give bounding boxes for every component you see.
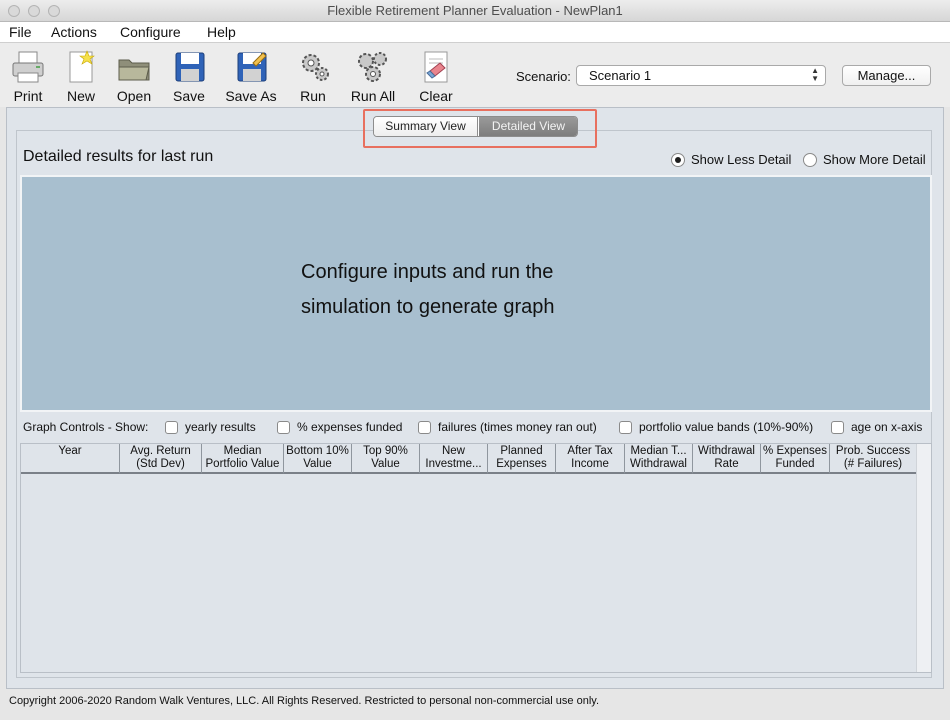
graph-controls-label: Graph Controls - Show: bbox=[23, 420, 149, 434]
open-label: Open bbox=[116, 88, 152, 104]
table-header: Year Avg. Return (Std Dev) Median Portfoli… bbox=[21, 444, 917, 475]
manage-button[interactable]: Manage... bbox=[842, 65, 931, 86]
run-all-label: Run All bbox=[350, 88, 396, 104]
save-as-label: Save As bbox=[225, 88, 277, 104]
column-header-median-withdrawal[interactable]: Median T... Withdrawal bbox=[625, 444, 693, 474]
checkbox-icon bbox=[619, 421, 632, 434]
checkbox-icon bbox=[831, 421, 844, 434]
failures-checkbox[interactable]: failures (times money ran out) bbox=[418, 420, 597, 434]
print-label: Print bbox=[13, 88, 43, 104]
results-title: Detailed results for last run bbox=[23, 148, 214, 165]
run-all-button[interactable]: Run All bbox=[348, 49, 398, 104]
column-header-top-90[interactable]: Top 90% Value bbox=[352, 444, 420, 474]
show-less-detail-radio[interactable]: Show Less Detail bbox=[671, 152, 791, 167]
highlight-box bbox=[363, 109, 597, 148]
column-header-prob-success[interactable]: Prob. Success (# Failures) bbox=[830, 444, 917, 474]
yearly-results-checkbox[interactable]: yearly results bbox=[165, 420, 256, 434]
show-more-detail-radio[interactable]: Show More Detail bbox=[803, 152, 926, 167]
open-button[interactable]: Open bbox=[114, 49, 154, 104]
checkbox-icon bbox=[277, 421, 290, 434]
new-button[interactable]: New bbox=[64, 49, 98, 104]
menu-configure[interactable]: Configure bbox=[120, 24, 181, 40]
menu-bar: File Actions Configure Help bbox=[0, 22, 950, 43]
expenses-funded-label: % expenses funded bbox=[297, 420, 403, 434]
clear-label: Clear bbox=[419, 88, 453, 104]
checkbox-icon bbox=[165, 421, 178, 434]
menu-actions[interactable]: Actions bbox=[51, 24, 97, 40]
save-as-icon bbox=[233, 49, 269, 85]
yearly-results-label: yearly results bbox=[185, 420, 256, 434]
failures-label: failures (times money ran out) bbox=[438, 420, 597, 434]
column-header-bottom-10[interactable]: Bottom 10% Value bbox=[284, 444, 352, 474]
graph-controls: Graph Controls - Show: yearly results % … bbox=[23, 420, 933, 438]
portfolio-bands-checkbox[interactable]: portfolio value bands (10%-90%) bbox=[619, 420, 813, 434]
print-button[interactable]: Print bbox=[10, 49, 46, 104]
menu-help[interactable]: Help bbox=[207, 24, 236, 40]
column-header-median-portfolio[interactable]: Median Portfolio Value bbox=[202, 444, 284, 474]
column-header-year[interactable]: Year bbox=[21, 444, 120, 474]
show-less-detail-label: Show Less Detail bbox=[691, 152, 792, 167]
expenses-funded-checkbox[interactable]: % expenses funded bbox=[277, 420, 402, 434]
title-bar: Flexible Retirement Planner Evaluation -… bbox=[0, 0, 950, 22]
run-button[interactable]: Run bbox=[297, 49, 329, 104]
column-header-new-investments[interactable]: New Investme... bbox=[420, 444, 488, 474]
gear-icon bbox=[297, 49, 333, 85]
age-x-axis-checkbox[interactable]: age on x-axis bbox=[831, 420, 922, 434]
scenario-value: Scenario 1 bbox=[589, 68, 652, 83]
save-label: Save bbox=[173, 88, 205, 104]
checkbox-icon bbox=[418, 421, 431, 434]
new-label: New bbox=[66, 88, 95, 104]
clear-icon bbox=[418, 49, 454, 85]
column-header-withdrawal-rate[interactable]: Withdrawal Rate bbox=[693, 444, 761, 474]
menu-file[interactable]: File bbox=[9, 24, 32, 40]
clear-button[interactable]: Clear bbox=[416, 49, 456, 104]
graph-message-line1: Configure inputs and run the bbox=[301, 261, 554, 283]
column-header-planned-expenses[interactable]: Planned Expenses bbox=[488, 444, 556, 474]
floppy-disk-icon bbox=[171, 49, 207, 85]
graph-message-line2: simulation to generate graph bbox=[301, 296, 555, 318]
save-as-button[interactable]: Save As bbox=[224, 49, 278, 104]
window-title: Flexible Retirement Planner Evaluation -… bbox=[327, 3, 623, 18]
scenario-label: Scenario: bbox=[516, 69, 571, 84]
portfolio-bands-label: portfolio value bands (10%-90%) bbox=[639, 420, 814, 434]
column-header-after-tax-income[interactable]: After Tax Income bbox=[556, 444, 625, 474]
save-button[interactable]: Save bbox=[171, 49, 207, 104]
new-document-icon bbox=[64, 49, 100, 85]
radio-selected-icon bbox=[671, 153, 685, 167]
gears-icon bbox=[355, 49, 391, 85]
age-x-axis-label: age on x-axis bbox=[851, 420, 923, 434]
run-label: Run bbox=[300, 88, 326, 104]
toolbar: Print New Open Save Save As Run Run All … bbox=[0, 43, 950, 107]
select-arrows-icon: ▲ ▼ bbox=[811, 66, 819, 83]
radio-unselected-icon bbox=[803, 153, 817, 167]
table-vertical-scrollbar[interactable] bbox=[916, 444, 931, 672]
graph-placeholder-message: Configure inputs and run the simulation … bbox=[301, 255, 601, 325]
results-table: Year Avg. Return (Std Dev) Median Portfoli… bbox=[20, 443, 932, 673]
column-header-expenses-funded[interactable]: % Expenses Funded bbox=[761, 444, 830, 474]
graph-area: Configure inputs and run the simulation … bbox=[20, 175, 932, 412]
printer-icon bbox=[10, 49, 46, 85]
copyright-footer: Copyright 2006-2020 Random Walk Ventures… bbox=[9, 695, 600, 707]
column-header-avg-return[interactable]: Avg. Return (Std Dev) bbox=[120, 444, 202, 474]
folder-open-icon bbox=[116, 49, 152, 85]
show-more-detail-label: Show More Detail bbox=[823, 152, 926, 167]
scenario-select[interactable]: Scenario 1 ▲ ▼ bbox=[576, 65, 826, 86]
